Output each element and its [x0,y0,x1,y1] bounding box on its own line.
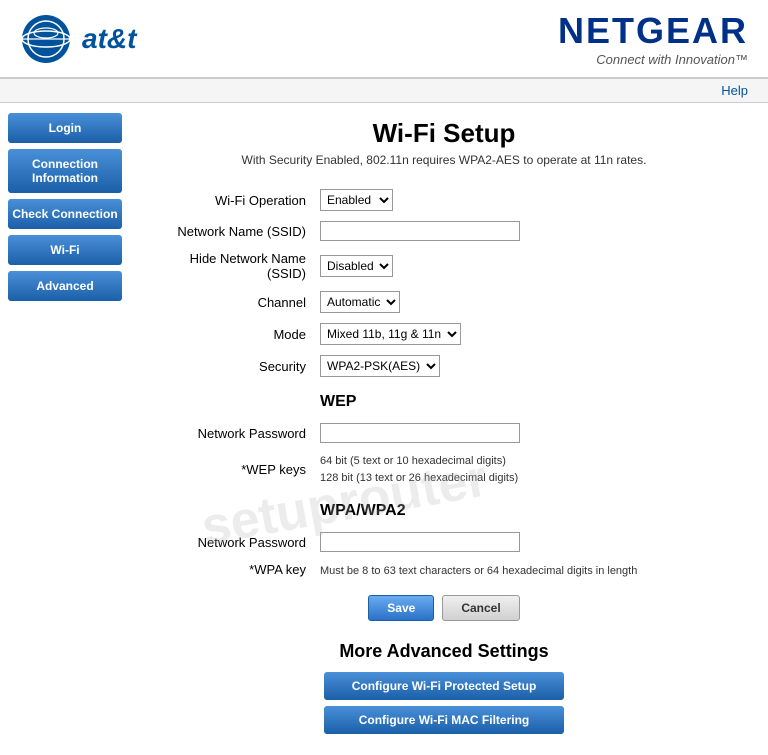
select-channel[interactable]: Automatic 1234 5678 91011 [320,291,400,313]
main-layout: Login Connection Information Check Conne… [0,103,768,755]
wpa-section-header: WPA/WPA2 [320,496,730,522]
label-wifi-operation: Wi-Fi Operation [152,185,312,215]
configure-wifi-protected-setup-button[interactable]: Configure Wi-Fi Protected Setup [324,672,564,700]
page-subtitle: With Security Enabled, 802.11n requires … [150,153,738,167]
att-brand-text: at&t [82,23,136,55]
advanced-section-title: More Advanced Settings [150,641,738,662]
wep-info-text: 64 bit (5 text or 10 hexadecimal digits)… [320,453,730,486]
configure-wifi-mac-filtering-button[interactable]: Configure Wi-Fi MAC Filtering [324,706,564,734]
row-channel: Channel Automatic 1234 5678 91011 [152,287,736,317]
select-mode[interactable]: Mixed 11b, 11g & 11n 11b only 11g only 1… [320,323,461,345]
help-bar: Help [0,79,768,103]
form-buttons: Save Cancel [150,595,738,621]
sidebar-item-wifi[interactable]: Wi-Fi [8,235,122,265]
wep-section-header: WEP [320,387,730,413]
sidebar-item-check-connection[interactable]: Check Connection [8,199,122,229]
content-area: setuprouter Wi-Fi Setup With Security En… [130,103,768,755]
sidebar: Login Connection Information Check Conne… [0,103,130,755]
label-hide-network: Hide Network Name (SSID) [152,247,312,285]
row-hide-network: Hide Network Name (SSID) Disabled Enable… [152,247,736,285]
label-wep-password: Network Password [152,419,312,447]
label-network-name: Network Name (SSID) [152,217,312,245]
row-network-name: Network Name (SSID) [152,217,736,245]
row-mode: Mode Mixed 11b, 11g & 11n 11b only 11g o… [152,319,736,349]
save-button[interactable]: Save [368,595,434,621]
wpa-key-note-text: Must be 8 to 63 text characters or 64 he… [320,565,637,577]
input-network-name[interactable] [320,221,520,241]
row-wpa-password: Network Password [152,528,736,556]
cancel-button[interactable]: Cancel [442,595,519,621]
label-wpa-key: *WPA key [152,558,312,581]
label-security: Security [152,351,312,381]
wep-info-line1: 64 bit (5 text or 10 hexadecimal digits) [320,455,506,467]
netgear-brand-title: NETGEAR [558,10,748,52]
row-wpa-key-note: *WPA key Must be 8 to 63 text characters… [152,558,736,581]
sidebar-item-advanced[interactable]: Advanced [8,271,122,301]
select-wifi-operation[interactable]: Enabled Disabled [320,189,393,211]
select-hide-network[interactable]: Disabled Enabled [320,255,393,277]
row-wifi-operation: Wi-Fi Operation Enabled Disabled [152,185,736,215]
row-security: Security WPA2-PSK(AES) WPA-PSK(TKIP) WEP… [152,351,736,381]
label-wep-keys: *WEP keys [152,449,312,490]
advanced-section: More Advanced Settings Configure Wi-Fi P… [150,641,738,734]
row-wpa-header: WPA/WPA2 [152,492,736,526]
netgear-logo: NETGEAR Connect with Innovation™ [558,10,748,67]
row-wep-password: Network Password [152,419,736,447]
wep-info-line2: 128 bit (13 text or 26 hexadecimal digit… [320,472,518,484]
row-wep-header: WEP [152,383,736,417]
att-logo: at&t [20,13,136,65]
label-channel: Channel [152,287,312,317]
select-security[interactable]: WPA2-PSK(AES) WPA-PSK(TKIP) WEP None [320,355,440,377]
header: at&t NETGEAR Connect with Innovation™ [0,0,768,79]
sidebar-item-connection-information[interactable]: Connection Information [8,149,122,193]
att-logo-icon [20,13,72,65]
input-wep-password[interactable] [320,423,520,443]
row-wep-keys-info: *WEP keys 64 bit (5 text or 10 hexadecim… [152,449,736,490]
label-mode: Mode [152,319,312,349]
netgear-brand-subtitle: Connect with Innovation™ [558,52,748,67]
help-link[interactable]: Help [721,83,748,98]
wifi-form-table: Wi-Fi Operation Enabled Disabled Network… [150,183,738,583]
label-wpa-password: Network Password [152,528,312,556]
input-wpa-password[interactable] [320,532,520,552]
page-title: Wi-Fi Setup [150,118,738,149]
sidebar-item-login[interactable]: Login [8,113,122,143]
